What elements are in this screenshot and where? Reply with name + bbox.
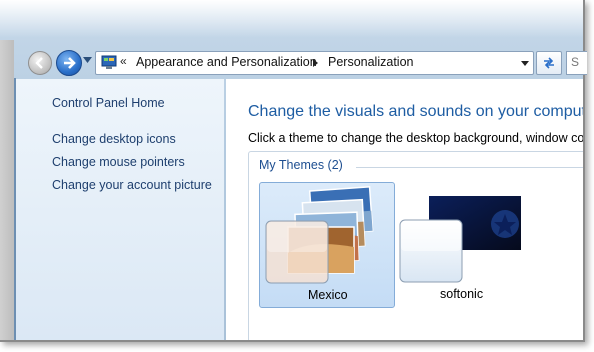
search-box-label: S (571, 55, 580, 69)
my-themes-group-header[interactable]: My Themes (2) (259, 158, 349, 172)
sidebar-link-change-desktop-icons[interactable]: Change desktop icons (52, 132, 176, 146)
theme-label-softonic: softonic (440, 287, 484, 301)
back-button[interactable] (28, 51, 52, 75)
theme-label-mexico: Mexico (308, 288, 348, 302)
page-subtitle: Click a theme to change the desktop back… (248, 131, 583, 145)
theme-tile-softonic[interactable]: softonic (397, 182, 531, 306)
window-top-fade (0, 0, 583, 38)
address-overflow-chevron[interactable]: « (120, 54, 127, 68)
forward-arrow-icon (64, 57, 76, 69)
main-content: Change the visuals and sounds on your co… (226, 79, 583, 340)
address-dropdown-icon[interactable] (521, 61, 529, 66)
background-edge (0, 40, 14, 340)
breadcrumb-separator-icon[interactable] (313, 59, 318, 67)
sidebar-link-control-panel-home[interactable]: Control Panel Home (52, 96, 165, 110)
page-title: Change the visuals and sounds on your co… (248, 103, 583, 120)
theme-tile-mexico[interactable]: Mexico (259, 182, 395, 308)
breadcrumb-personalization[interactable]: Personalization (328, 55, 413, 69)
explorer-window: « Appearance and Personalization Persona… (0, 0, 587, 342)
sidebar: Control Panel Home Change desktop icons … (16, 79, 224, 340)
breadcrumb-appearance[interactable]: Appearance and Personalization (136, 55, 317, 69)
refresh-icon (544, 57, 554, 69)
address-bar[interactable]: « Appearance and Personalization Persona… (95, 51, 534, 75)
forward-button[interactable] (56, 50, 82, 76)
sidebar-link-change-account-picture[interactable]: Change your account picture (52, 178, 212, 192)
recent-pages-dropdown-icon[interactable] (83, 57, 92, 63)
refresh-button[interactable] (536, 51, 562, 75)
sidebar-link-change-mouse-pointers[interactable]: Change mouse pointers (52, 155, 185, 169)
search-box[interactable]: S (566, 51, 587, 75)
back-arrow-icon (35, 57, 43, 69)
control-panel-icon (101, 55, 117, 69)
group-divider (356, 167, 583, 168)
